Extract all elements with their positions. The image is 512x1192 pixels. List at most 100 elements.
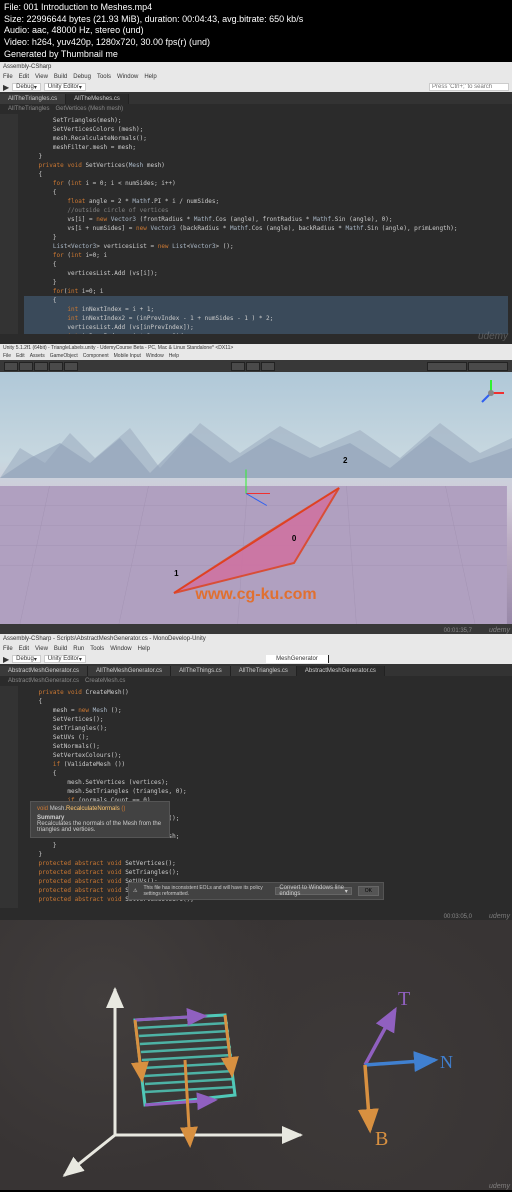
menu-edit[interactable]: Edit — [19, 74, 29, 80]
menu-file[interactable]: File — [3, 74, 13, 80]
hand-tool-icon[interactable] — [4, 362, 18, 371]
code-editor-panel-1: Assembly-CSharp File Edit View Build Deb… — [0, 62, 512, 344]
unity-menubar: File Edit Assets GameObject Component Mo… — [0, 352, 512, 360]
tab-file-1[interactable]: AllTheTriangles.cs — [0, 94, 66, 104]
code-editor-area[interactable]: SetTriangles(mesh); SetVerticesColors (m… — [0, 114, 512, 334]
editor2-tabs: AbstractMeshGenerator.cs AllTheMeshGener… — [0, 664, 512, 676]
vertex-label-2: 2 — [343, 456, 347, 465]
target-dropdown[interactable]: Unity Editor ▾ — [44, 655, 86, 663]
warning-icon: ⚠ — [133, 888, 137, 894]
pause-button-icon[interactable] — [246, 362, 260, 371]
tab-file-2[interactable]: AllTheMeshes.cs — [66, 94, 129, 104]
unity-menu-help[interactable]: Help — [169, 353, 179, 359]
move-tool-icon[interactable] — [19, 362, 33, 371]
menu-help[interactable]: Help — [144, 74, 156, 80]
code-editor-area-2[interactable]: private void CreateMesh() { mesh = new M… — [0, 686, 512, 908]
unity-menu-assets[interactable]: Assets — [30, 353, 45, 359]
menu-window[interactable]: Window — [110, 646, 131, 652]
tab-0[interactable]: AbstractMeshGenerator.cs — [0, 666, 88, 676]
menu-tools[interactable]: Tools — [97, 74, 111, 80]
breadcrumb-method[interactable]: GetVertices (Mesh mesh) — [55, 106, 123, 112]
main-tab[interactable]: MeshGenerator — [266, 655, 329, 663]
vs2-titlebar: Assembly-CSharp - Scripts\AbstractMeshGe… — [0, 634, 512, 644]
breadcrumb-file-1[interactable]: CreateMesh.cs — [85, 678, 125, 684]
unity-menu-file[interactable]: File — [3, 353, 11, 359]
step-button-icon[interactable] — [261, 362, 275, 371]
rect-tool-icon[interactable] — [64, 362, 78, 371]
unity-scene-panel: Unity 5.1.2f1 (64bit) - TriangleLabels.u… — [0, 344, 512, 634]
scene-view[interactable]: 1 0 2 www.cg-ku.com — [0, 372, 512, 624]
meta-file: File: 001 Introduction to Meshes.mp4 — [4, 2, 508, 14]
config-dropdown[interactable]: Debug ▾ — [12, 655, 41, 663]
breadcrumb2: AbstractMeshGenerator.cs CreateMesh.cs — [0, 676, 512, 686]
breadcrumb: AllTheTriangles GetVertices (Mesh mesh) — [0, 104, 512, 114]
play-button-icon[interactable] — [231, 362, 245, 371]
rotate-tool-icon[interactable] — [34, 362, 48, 371]
unity-titlebar: Unity 5.1.2f1 (64bit) - TriangleLabels.u… — [0, 344, 512, 352]
menu-debug[interactable]: Debug — [73, 74, 91, 80]
vs-toolbar: ▶ Debug ▾ Unity Editor ▾ — [0, 82, 512, 92]
eol-dialog: ⚠ This file has inconsistent EOLs and wi… — [128, 882, 384, 900]
unity-menu-gameobject[interactable]: GameObject — [50, 353, 78, 359]
tooltip-text: Recalculates the normals of the Mesh fro… — [37, 821, 163, 833]
site-watermark: www.cg-ku.com — [195, 586, 316, 604]
eol-option-dropdown[interactable]: Convert to Windows line endings ▾ — [275, 887, 351, 895]
menu-view[interactable]: View — [35, 646, 48, 652]
vertex-label-0: 0 — [292, 534, 296, 543]
scale-tool-icon[interactable] — [49, 362, 63, 371]
meta-size: Size: 22996644 bytes (21.93 MiB), durati… — [4, 14, 508, 26]
udemy-watermark: udemy — [478, 331, 508, 342]
unity-menu-window[interactable]: Window — [146, 353, 164, 359]
vs-title: Assembly-CSharp — [3, 64, 51, 70]
menu-run[interactable]: Run — [73, 646, 84, 652]
layout-dropdown[interactable] — [468, 362, 508, 371]
breadcrumb-file-0[interactable]: AbstractMeshGenerator.cs — [8, 678, 79, 684]
vs2-menubar: File Edit View Build Run Tools Window He… — [0, 644, 512, 654]
normal-label: N — [440, 1052, 453, 1072]
udemy-badge: udemy — [489, 627, 510, 634]
intellisense-tooltip: void Mesh.RecalculateNormals () Summary … — [30, 801, 170, 838]
unity-menu-mobileinput[interactable]: Mobile Input — [114, 353, 141, 359]
unity-menu-component[interactable]: Component — [83, 353, 109, 359]
tbn-diagram: T N B — [0, 920, 512, 1190]
vs-menubar: File Edit View Build Debug Tools Window … — [0, 72, 512, 82]
breadcrumb-class[interactable]: AllTheTriangles — [8, 106, 49, 112]
chalkboard-diagram: T N B udemy — [0, 920, 512, 1190]
tab-2[interactable]: AllTheThings.cs — [171, 666, 231, 676]
menu-window[interactable]: Window — [117, 74, 138, 80]
udemy-badge: udemy — [489, 1183, 510, 1190]
target-dropdown[interactable]: Unity Editor ▾ — [44, 83, 86, 91]
udemy-badge: udemy — [489, 913, 510, 920]
unity-menu-edit[interactable]: Edit — [16, 353, 25, 359]
menu-build[interactable]: Build — [54, 646, 67, 652]
play-icon[interactable]: ▶ — [3, 83, 9, 92]
play-controls — [231, 362, 275, 371]
code-editor-panel-2: Assembly-CSharp - Scripts\AbstractMeshGe… — [0, 634, 512, 920]
tab-4[interactable]: AbstractMeshGenerator.cs — [297, 666, 385, 676]
search-input[interactable] — [429, 83, 509, 91]
scene-orientation-gizmo[interactable] — [476, 378, 506, 408]
play-icon[interactable]: ▶ — [3, 655, 9, 664]
binormal-label: B — [375, 1128, 388, 1150]
unity-toolbar — [0, 360, 512, 372]
menu-help[interactable]: Help — [138, 646, 150, 652]
menu-build[interactable]: Build — [54, 74, 67, 80]
mesh-triangle — [164, 478, 344, 598]
vertex-label-1: 1 — [174, 569, 178, 578]
tab-3[interactable]: AllTheTriangles.cs — [231, 666, 297, 676]
vs-titlebar: Assembly-CSharp — [0, 62, 512, 72]
tab-1[interactable]: AllTheMeshGenerator.cs — [88, 666, 171, 676]
config-dropdown[interactable]: Debug ▾ — [12, 83, 41, 91]
meta-video: Video: h264, yuv420p, 1280x720, 30.00 fp… — [4, 37, 508, 49]
meta-audio: Audio: aac, 48000 Hz, stereo (und) — [4, 25, 508, 37]
line-gutter — [0, 686, 18, 908]
menu-view[interactable]: View — [35, 74, 48, 80]
menu-tools[interactable]: Tools — [90, 646, 104, 652]
transform-tools — [4, 362, 78, 371]
menu-edit[interactable]: Edit — [19, 646, 29, 652]
tangent-label: T — [398, 988, 410, 1010]
layers-dropdown[interactable] — [427, 362, 467, 371]
ok-button[interactable]: OK — [358, 886, 379, 896]
mountain-terrain — [0, 418, 512, 478]
menu-file[interactable]: File — [3, 646, 13, 652]
